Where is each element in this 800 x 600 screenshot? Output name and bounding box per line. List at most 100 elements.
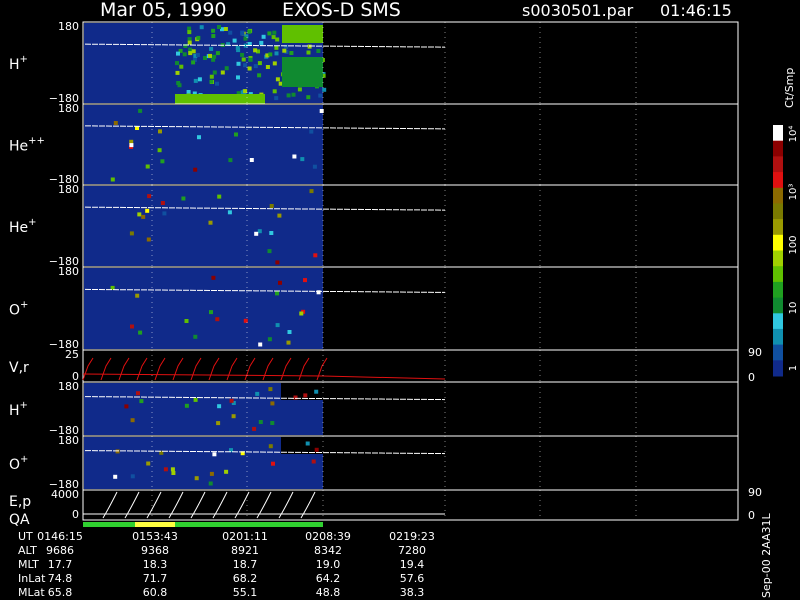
heatmap-cell [275,260,280,265]
heatmap-cell [186,90,191,94]
heatmap-cell [248,57,253,62]
ephemeris-cell: 64.2 [316,572,341,585]
heatmap-cell [259,40,264,45]
heatmap-cell [138,108,143,113]
header-time: 01:46:15 [660,1,732,20]
heatmap-background [84,186,323,266]
heatmap-cell [309,129,314,134]
colorbar-swatch [773,328,783,346]
heatmap-cell [252,426,257,431]
header-date: Mar 05, 1990 [100,0,227,21]
heatmap-cell [236,61,241,66]
heatmap-cell [271,35,276,40]
heatmap-cell [255,391,260,396]
panel-label-base: He [9,139,28,155]
heatmap-cell [216,421,221,426]
ephemeris-cell: 55.1 [233,586,258,599]
heatmap-cell [187,37,192,42]
ephemeris-cell: 18.3 [143,558,168,571]
heatmap-cell [322,87,327,92]
heatmap-cell [297,87,302,92]
panel-label: O+ [9,300,28,319]
ephemeris-cell: 8342 [314,544,342,557]
heatmap-cell [199,25,204,30]
colorbar: Ct/Smp 10⁴ 10³ 100 10 1 [773,68,799,377]
heatmap-cell [124,404,129,409]
heatmap-cell [249,158,254,162]
heatmap-background [84,105,323,184]
heatmap-cell [176,51,180,56]
heatmap-cell [240,30,245,35]
colorbar-swatch [773,187,783,204]
heatmap-background [84,268,323,349]
heatmap-cell [318,93,323,98]
heatmap-cell [138,330,143,335]
heatmap-cell [247,66,252,71]
heatmap-cell [305,414,310,418]
panel-3: O+180−180 [9,265,739,351]
ephemeris-cell: 9368 [141,544,169,557]
ephemeris-cell: 19.0 [316,558,341,571]
panel-1: He++180−180 [9,102,739,186]
heatmap-cell [278,280,282,285]
colorbar-swatch [773,172,783,189]
heatmap-cell [135,293,140,298]
heatmap-cell [113,474,118,479]
panel-label-2: QA [9,512,30,528]
panel-4: V,r250900 [9,346,762,384]
heatmap-cell [188,51,193,56]
ephemeris-cell: 17.7 [48,558,73,571]
heatmap-cell [160,201,165,205]
heatmap-cell [291,92,296,97]
heatmap-cell [113,121,118,125]
heatmap-cell [303,278,307,283]
heatmap-cell [231,414,236,419]
heatmap-cell [179,64,184,69]
ephemeris-row-label: InLat [18,572,46,585]
heatmap-cell [303,393,308,398]
colorbar-label: Ct/Smp [783,68,796,108]
heatmap-cell [292,154,297,159]
heatmap-cell [261,34,266,39]
right-tick-bottom: 0 [748,509,755,522]
panel-label-base: H [9,57,20,73]
heatmap-cell [130,474,135,479]
heatmap-cell [269,204,274,208]
heatmap-cell [171,471,176,475]
panel-7: E,p QA 4000 0 90 0 [9,486,762,528]
heatmap-cell [209,46,214,51]
heatmap-cell [187,26,192,31]
ephemeris-row-label: UT [18,530,33,543]
panel-2: He+180−180 [9,183,739,268]
panel-label: He+ [9,217,37,236]
heatmap-cell [208,220,213,225]
heatmap-cell [272,61,277,66]
ephemeris-cell: 60.8 [143,586,168,599]
heatmap-cell [162,125,167,130]
heatmap-cell [228,158,233,163]
heatmap-cell [267,31,272,36]
colorbar-swatch [773,140,783,157]
panel-label-base: O [9,457,20,473]
colorbar-tick: 1 [788,365,799,371]
heatmap-cell [208,53,212,58]
heatmap-cell [275,77,280,82]
colorbar-swatch [773,360,783,377]
colorbar-swatch [773,203,783,220]
heatmap-cell [284,44,289,49]
heatmap-band-bottom [175,94,265,104]
heatmap-cell [272,30,277,35]
y-tick-top: 180 [58,20,79,33]
heatmap-cell [175,70,180,75]
heatmap-cell [215,51,220,56]
heatmap-cell [243,63,248,68]
heatmap-cell [182,52,187,57]
panel-5: H+180−180 [9,380,739,437]
heatmap-cell [197,77,202,82]
heatmap-cell [274,45,279,50]
ephemeris-table: UT 0146:15 0153:43 0201:11 0208:39 0219:23 ALT… [18,530,435,599]
panel-label-sup: + [20,454,28,465]
heatmap-cell [187,40,192,45]
ephemeris-row-label: MLT [18,558,39,571]
colorbar-swatch [773,297,783,314]
